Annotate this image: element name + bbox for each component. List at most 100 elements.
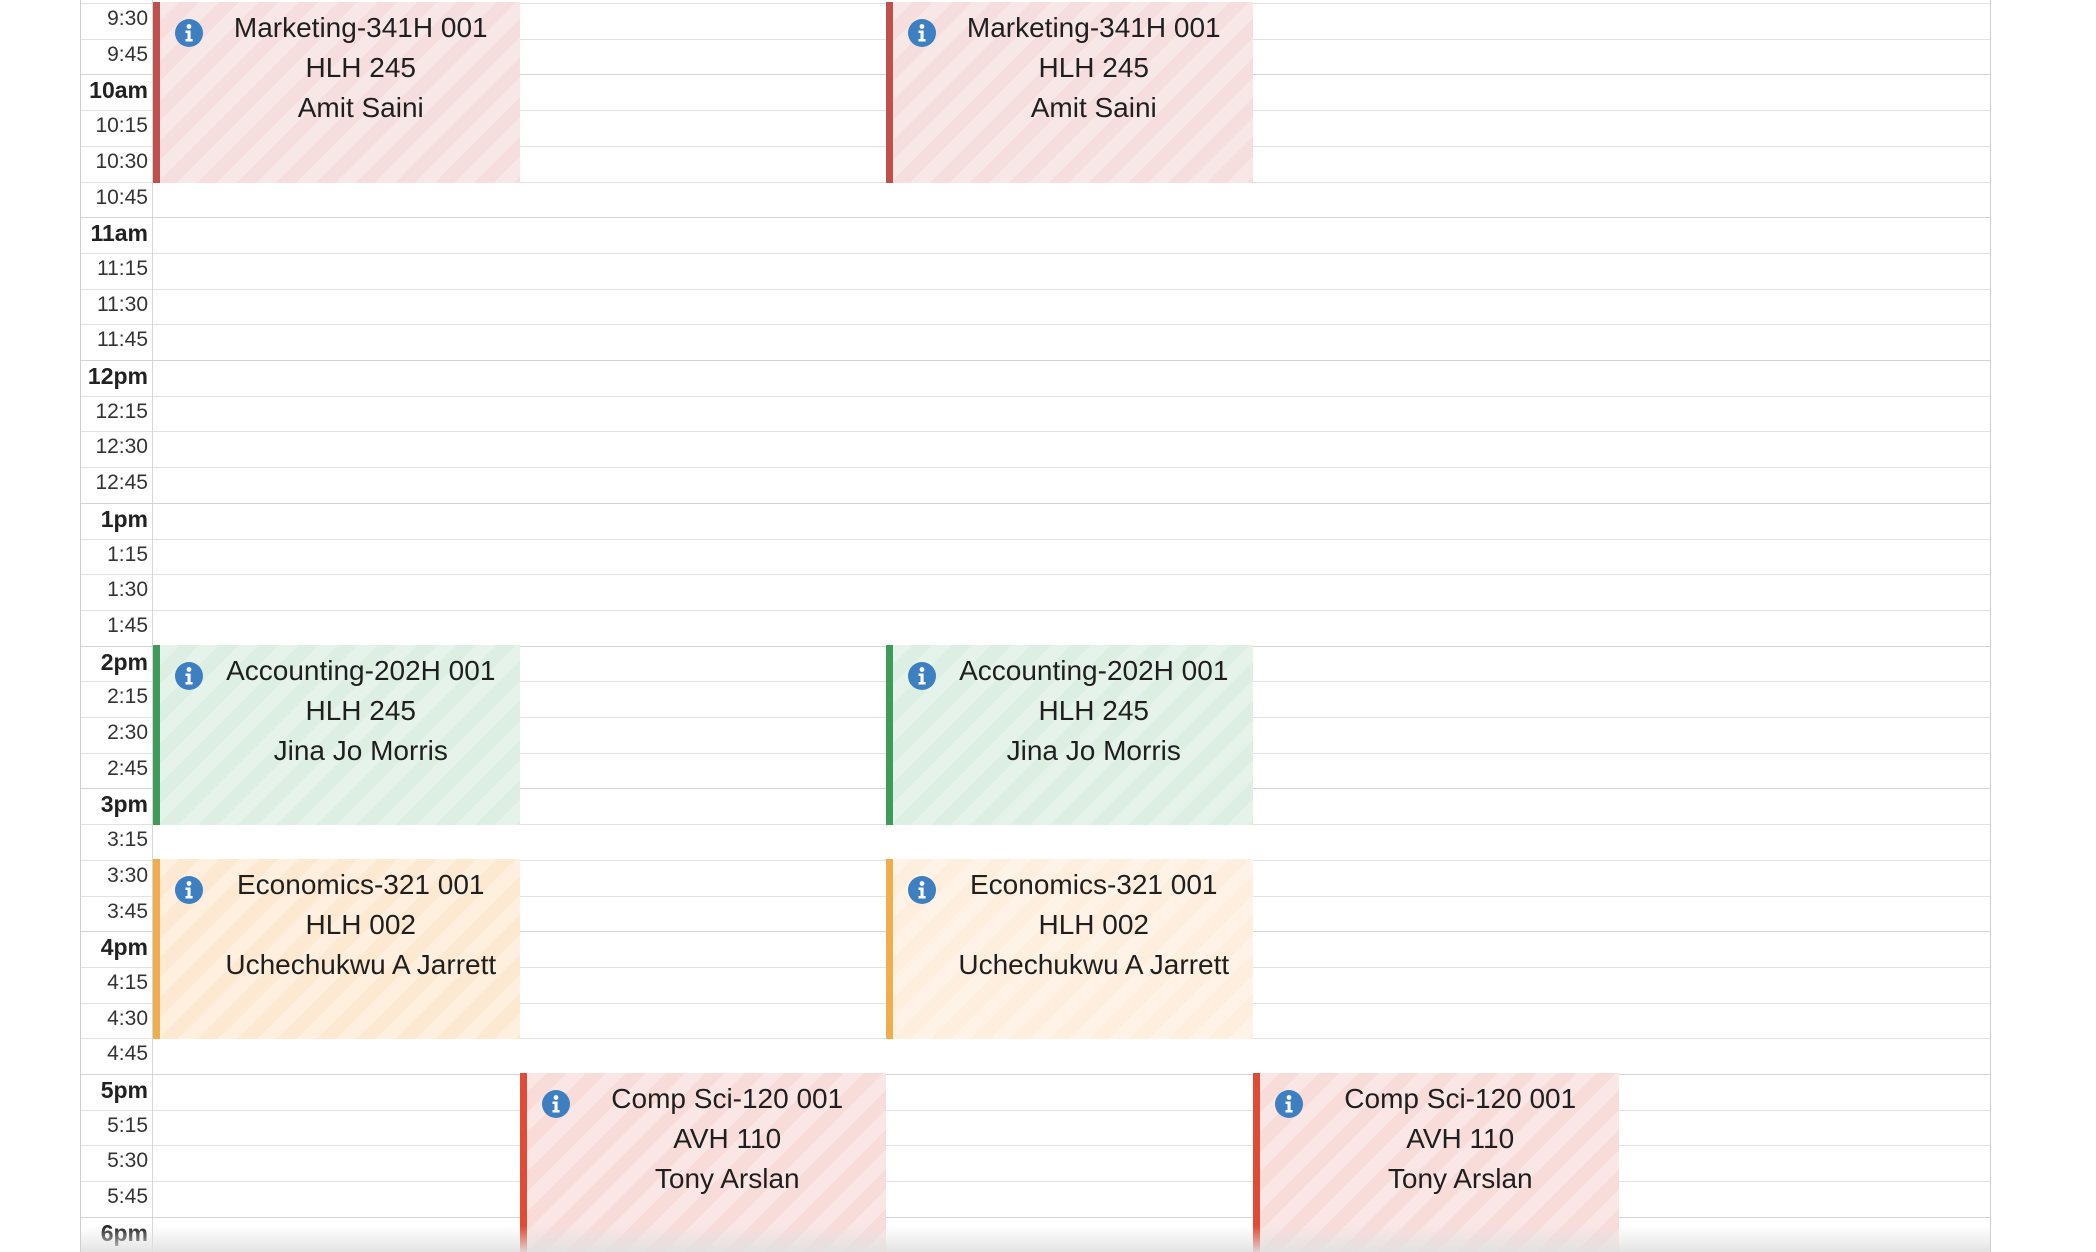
course-event[interactable]: Marketing-341H 001 HLH 245 Amit Saini (153, 2, 520, 183)
event-details: Economics-321 001 HLH 002 Uchechukwu A Jar… (208, 865, 514, 985)
event-course: Comp Sci-120 001 (611, 1083, 844, 1114)
course-event[interactable]: Economics-321 001 HLH 002 Uchechukwu A Jar… (153, 858, 520, 1040)
time-label: 2:45 (107, 756, 148, 780)
time-label: 6pm (100, 1219, 148, 1246)
time-label: 10:30 (95, 149, 148, 173)
time-label: 1:15 (107, 542, 148, 566)
event-instructor: Amit Saini (1030, 92, 1157, 123)
scroll-fade (81, 1226, 1990, 1252)
slot-line (81, 1181, 1990, 1183)
time-label: 1:30 (107, 578, 148, 602)
info-icon[interactable] (174, 18, 204, 48)
time-label: 12pm (87, 363, 148, 389)
calendar-week-view: 9:30 9:45 10am 10:15 10:30 10:45 11am 11:15 11:3… (80, 0, 1991, 1252)
info-icon[interactable] (1274, 1089, 1304, 1119)
slot-line (81, 252, 1990, 254)
time-label: 10am (89, 77, 148, 104)
slot-line (81, 538, 1990, 540)
event-course: Comp Sci-120 001 (1344, 1083, 1577, 1114)
time-label: 1pm (100, 505, 148, 532)
time-label: 11am (90, 220, 148, 247)
event-room: HLH 245 (305, 52, 416, 83)
event-details: Marketing-341H 001 HLH 245 Amit Saini (941, 8, 1247, 128)
time-label: 3:30 (107, 863, 148, 887)
time-label: 10:45 (95, 185, 148, 209)
course-event[interactable]: Accounting-202H 001 HLH 245 Jina Jo Morris (886, 644, 1253, 826)
time-label: 2pm (100, 648, 148, 675)
time-label: 3:45 (107, 899, 148, 923)
event-instructor: Jina Jo Morris (1006, 734, 1181, 766)
slot-line (81, 360, 1990, 361)
slot-line (81, 574, 1990, 576)
time-label: 12:45 (95, 471, 148, 495)
event-room: HLH 002 (305, 908, 416, 940)
slot-line (81, 431, 1990, 433)
time-label: 3pm (100, 791, 148, 818)
time-label: 5:15 (107, 1113, 148, 1137)
course-event[interactable]: Economics-321 001 HLH 002 Uchechukwu A Jar… (886, 858, 1253, 1040)
slot-line (81, 395, 1990, 397)
event-details: Marketing-341H 001 HLH 245 Amit Saini (208, 8, 514, 128)
course-event[interactable]: Comp Sci-120 001 AVH 110 Tony Arslan (519, 1073, 886, 1252)
time-label: 2:30 (107, 721, 148, 744)
time-label: 4:45 (107, 1042, 148, 1066)
event-room: AVH 110 (673, 1123, 782, 1154)
event-course: Accounting-202H 001 (226, 654, 496, 686)
event-course: Economics-321 001 (970, 868, 1218, 900)
event-room: HLH 245 (305, 694, 416, 726)
time-gutter: 9:30 9:45 10am 10:15 10:30 10:45 11am 11:15 11:3… (81, 0, 153, 1252)
time-label: 9:45 (107, 42, 148, 66)
event-room: HLH 002 (1038, 908, 1149, 940)
info-icon[interactable] (907, 661, 937, 691)
event-course: Marketing-341H 001 (966, 12, 1221, 43)
event-instructor: Uchechukwu A Jarrett (958, 948, 1230, 980)
event-room: AVH 110 (1406, 1123, 1515, 1154)
info-icon[interactable] (907, 875, 937, 905)
event-details: Comp Sci-120 001 AVH 110 Tony Arslan (575, 1079, 881, 1199)
event-course: Economics-321 001 (237, 868, 485, 900)
time-label: 11:30 (97, 292, 148, 316)
event-course: Accounting-202H 001 (959, 654, 1229, 686)
slot-line (81, 288, 1990, 290)
event-instructor: Uchechukwu A Jarrett (225, 948, 497, 980)
slot-line (81, 1109, 1990, 1111)
slot-line (81, 609, 1990, 611)
slot-line (81, 1145, 1990, 1147)
info-icon[interactable] (541, 1089, 571, 1119)
event-details: Accounting-202H 001 HLH 245 Jina Jo Morris (208, 651, 514, 771)
slot-line (81, 502, 1990, 504)
time-label: 2:15 (107, 685, 148, 709)
info-icon[interactable] (907, 18, 937, 48)
time-label: 10:15 (95, 114, 148, 138)
time-label: 5pm (100, 1077, 148, 1103)
course-event[interactable]: Accounting-202H 001 HLH 245 Jina Jo Morris (153, 644, 520, 826)
event-details: Comp Sci-120 001 AVH 110 Tony Arslan (1308, 1079, 1614, 1199)
time-label: 11:45 (97, 328, 148, 352)
slot-line (81, 324, 1990, 326)
slot-line (81, 467, 1990, 469)
event-instructor: Tony Arslan (1387, 1163, 1533, 1194)
info-icon[interactable] (174, 661, 204, 691)
event-details: Economics-321 001 HLH 002 Uchechukwu A Jar… (941, 865, 1247, 985)
event-details: Accounting-202H 001 HLH 245 Jina Jo Morris (941, 651, 1247, 771)
course-event[interactable]: Comp Sci-120 001 AVH 110 Tony Arslan (1252, 1073, 1619, 1252)
event-course: Marketing-341H 001 (233, 12, 488, 43)
time-label: 4:30 (107, 1006, 148, 1030)
slot-line (81, 217, 1990, 219)
event-instructor: Tony Arslan (654, 1163, 800, 1194)
slot-line (81, 1216, 1990, 1218)
event-instructor: Amit Saini (297, 92, 424, 123)
time-label: 1:45 (107, 613, 148, 637)
slot-line (81, 1074, 1990, 1075)
event-instructor: Jina Jo Morris (273, 734, 448, 766)
course-event[interactable]: Marketing-341H 001 HLH 245 Amit Saini (886, 2, 1253, 183)
event-room: HLH 245 (1038, 52, 1149, 83)
time-label: 12:30 (95, 435, 148, 459)
time-label: 11:15 (97, 256, 148, 280)
time-label: 4pm (100, 934, 148, 961)
info-icon[interactable] (174, 875, 204, 905)
time-label: 12:15 (95, 399, 148, 423)
time-label: 9:30 (107, 7, 148, 30)
time-label: 4:15 (107, 970, 148, 994)
time-label: 5:45 (107, 1185, 148, 1209)
